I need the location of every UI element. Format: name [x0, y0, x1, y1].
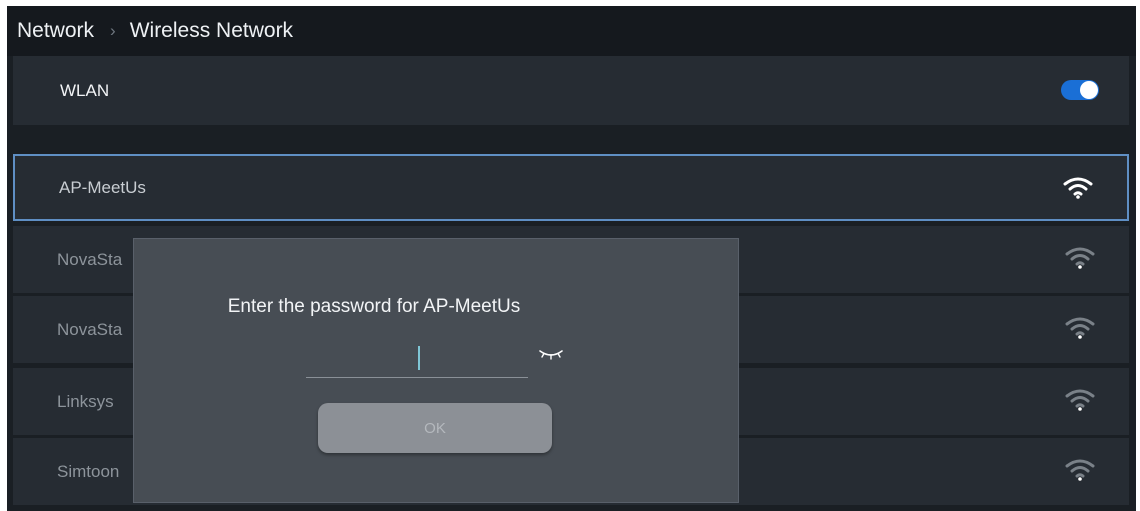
wlan-row[interactable]: WLAN — [13, 56, 1129, 125]
breadcrumb: Network › Wireless Network — [7, 6, 1136, 56]
wifi-icon — [1065, 317, 1095, 339]
wifi-network-name: Simtoon — [57, 461, 120, 481]
ok-button[interactable]: OK — [318, 403, 552, 453]
wlan-toggle[interactable] — [1061, 80, 1099, 100]
text-caret — [418, 346, 420, 370]
breadcrumb-network[interactable]: Network — [17, 19, 94, 43]
wifi-network-item[interactable]: AP-MeetUs — [13, 154, 1129, 221]
dialog-title: Enter the password for AP-MeetUs — [227, 296, 521, 317]
eye-closed-icon[interactable] — [538, 348, 564, 360]
password-input[interactable] — [306, 341, 528, 378]
wlan-toggle-knob — [1080, 81, 1098, 99]
wifi-icon — [1065, 247, 1095, 269]
wifi-settings-screen: Network › Wireless Network WLAN AP-MeetU… — [7, 6, 1136, 511]
wifi-network-name: Linksys — [57, 391, 114, 411]
wifi-icon — [1065, 389, 1095, 411]
wifi-icon — [1065, 459, 1095, 481]
wifi-network-name: NovaSta — [57, 249, 123, 269]
wifi-icon — [1063, 177, 1093, 199]
password-dialog: Enter the password for AP-MeetUs OK — [133, 238, 739, 503]
wifi-network-name: AP-MeetUs — [59, 177, 146, 197]
wifi-network-name: NovaSta — [57, 319, 123, 339]
page-title: Wireless Network — [129, 19, 294, 42]
wlan-label: WLAN — [60, 80, 110, 100]
breadcrumb-separator: › — [110, 21, 116, 40]
